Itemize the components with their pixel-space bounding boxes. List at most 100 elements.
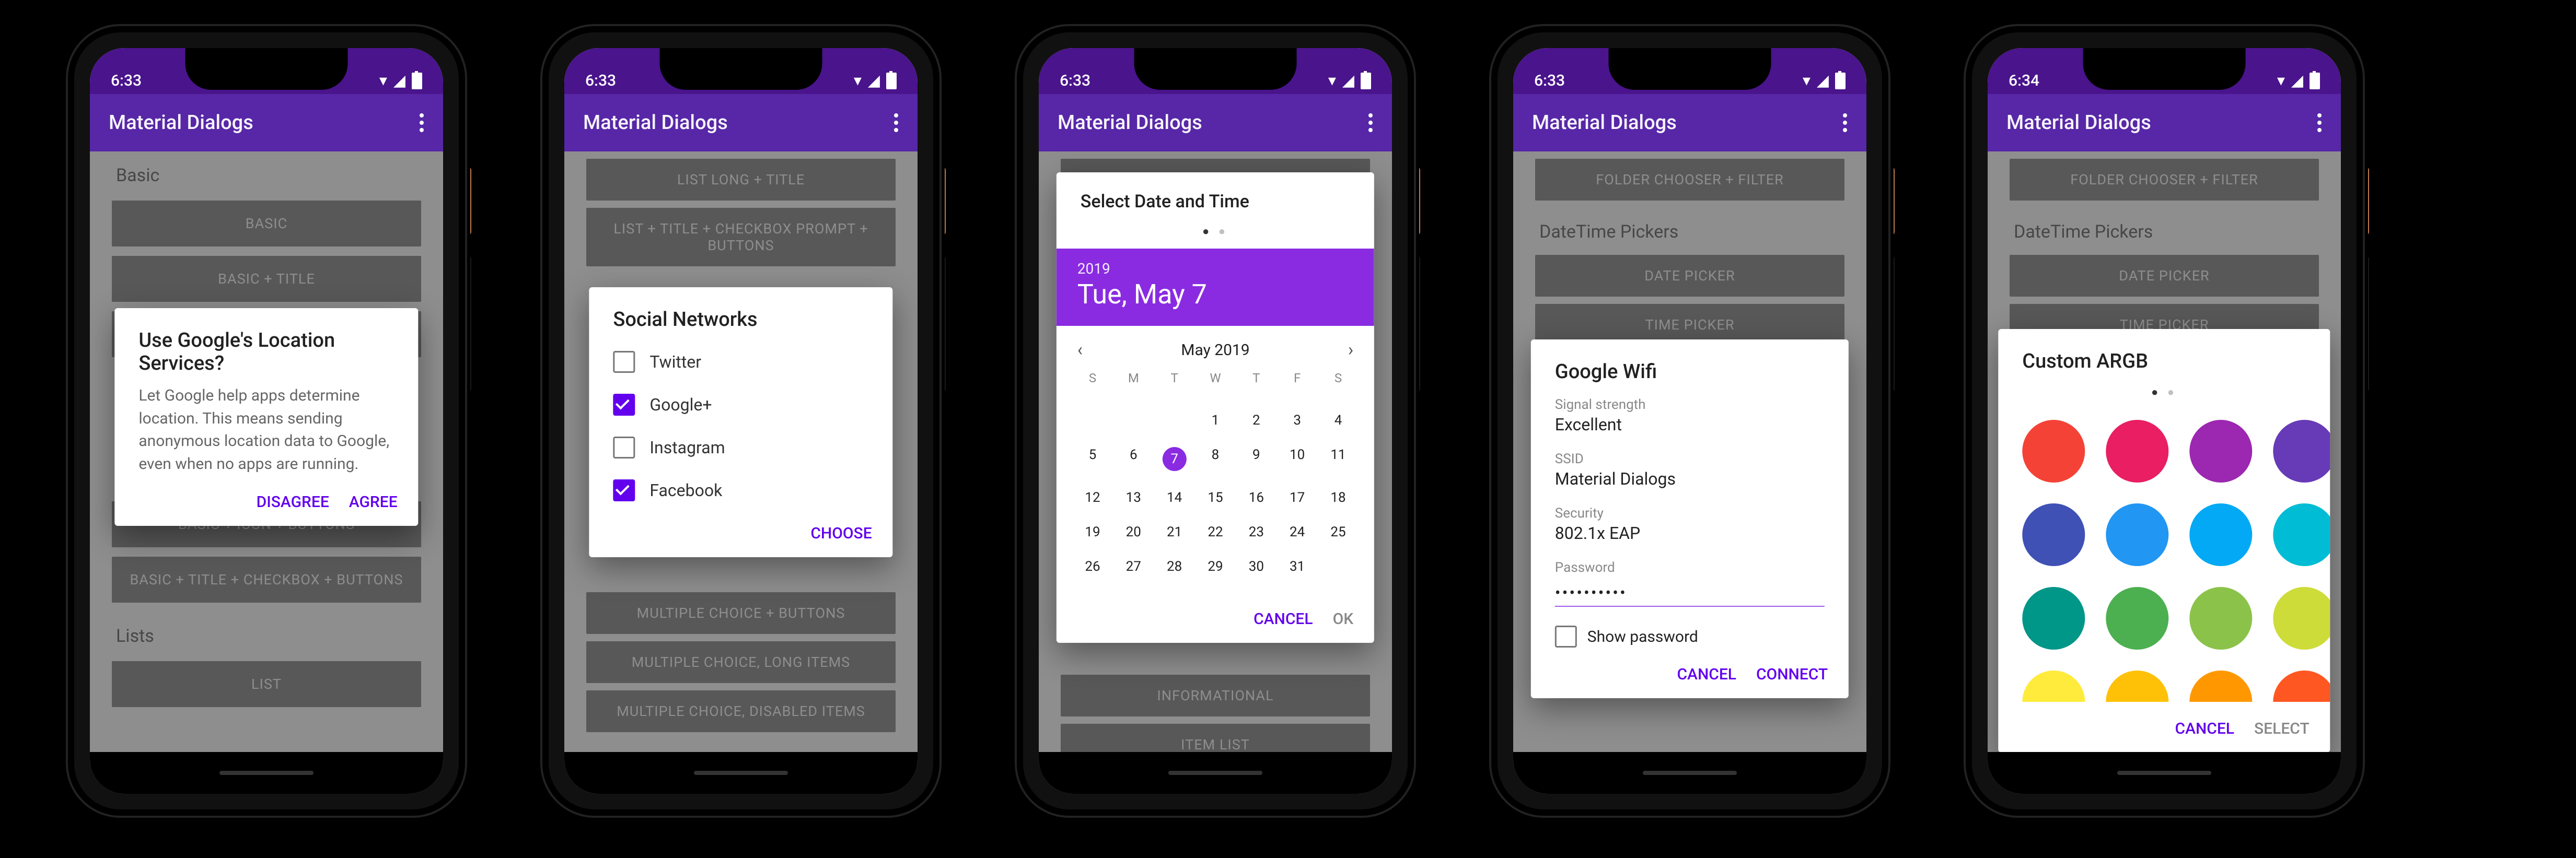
color-swatch[interactable] [2273, 671, 2330, 702]
calendar-dow: F [1277, 367, 1318, 390]
color-swatch[interactable] [2106, 420, 2168, 483]
calendar-day[interactable]: 9 [1236, 440, 1277, 478]
calendar-day[interactable]: 15 [1195, 483, 1236, 513]
option-row[interactable]: Google+ [589, 383, 892, 426]
calendar-day[interactable]: 30 [1236, 551, 1277, 582]
calendar-day[interactable]: 17 [1277, 483, 1318, 513]
calendar-day[interactable]: 16 [1236, 483, 1277, 513]
phone-2: 6:33 ▾ ◢ Material Dialogs LIST LONG + TI… [537, 21, 938, 815]
ssid-label: SSID [1555, 451, 1825, 467]
color-swatch[interactable] [2189, 503, 2252, 566]
dialog-title: Use Google's Location Services? [114, 308, 418, 380]
calendar-day[interactable]: 2 [1236, 405, 1277, 436]
color-swatch[interactable] [2106, 671, 2168, 702]
calendar-day[interactable]: 29 [1195, 551, 1236, 582]
next-month-icon[interactable]: › [1348, 339, 1353, 360]
calendar-day[interactable]: 10 [1277, 440, 1318, 478]
color-swatch[interactable] [2189, 420, 2252, 483]
show-password-checkbox[interactable] [1555, 626, 1577, 648]
signal-icon: ◢ [868, 72, 880, 90]
choose-button[interactable]: CHOOSE [810, 524, 872, 543]
display-notch [2083, 48, 2246, 90]
signal-icon: ◢ [2291, 72, 2303, 90]
app-bar: Material Dialogs [90, 94, 443, 151]
select-button[interactable]: SELECT [2254, 720, 2310, 738]
agree-button[interactable]: AGREE [349, 493, 398, 511]
calendar-day[interactable]: 11 [1318, 440, 1359, 478]
dialog-title: Custom ARGB [1998, 329, 2330, 373]
wifi-icon: ▾ [379, 72, 387, 90]
calendar-day[interactable]: 7 [1154, 440, 1194, 478]
alert-dialog: Use Google's Location Services? Let Goog… [114, 308, 418, 526]
color-swatch[interactable] [2273, 587, 2330, 650]
color-swatch[interactable] [2106, 587, 2168, 650]
calendar-day[interactable]: 1 [1195, 405, 1236, 436]
overflow-menu-icon[interactable] [2317, 113, 2322, 132]
calendar-day[interactable]: 24 [1277, 517, 1318, 547]
checkbox-icon[interactable] [613, 351, 635, 373]
color-swatch[interactable] [2273, 503, 2330, 566]
color-swatch[interactable] [2022, 671, 2085, 702]
wifi-icon: ▾ [854, 72, 862, 90]
calendar-day[interactable]: 4 [1318, 405, 1359, 436]
ok-button[interactable]: OK [1333, 610, 1354, 628]
overflow-menu-icon[interactable] [1368, 113, 1373, 132]
overflow-menu-icon[interactable] [894, 113, 899, 132]
calendar-date[interactable]: Tue, May 7 [1077, 278, 1353, 310]
password-label: Password [1555, 560, 1825, 575]
calendar-day[interactable]: 14 [1154, 483, 1194, 513]
calendar-day[interactable]: 3 [1277, 405, 1318, 436]
calendar-day[interactable]: 27 [1113, 551, 1154, 582]
option-row[interactable]: Twitter [589, 340, 892, 383]
color-swatch[interactable] [2273, 420, 2330, 483]
password-input[interactable]: •••••••••• [1555, 581, 1825, 607]
calendar-day[interactable]: 6 [1113, 440, 1154, 478]
checkbox-icon[interactable] [613, 437, 635, 459]
app-bar: Material Dialogs [1039, 94, 1392, 151]
cancel-button[interactable]: CANCEL [1254, 610, 1313, 628]
calendar-day[interactable]: 13 [1113, 483, 1154, 513]
calendar-day[interactable]: 20 [1113, 517, 1154, 547]
calendar-day[interactable]: 22 [1195, 517, 1236, 547]
display-notch [1134, 48, 1297, 90]
calendar-dow: T [1154, 367, 1194, 390]
checkbox-icon[interactable] [613, 479, 635, 501]
overflow-menu-icon[interactable] [419, 113, 424, 132]
calendar-day[interactable]: 23 [1236, 517, 1277, 547]
nav-bar [90, 752, 443, 794]
option-row[interactable]: Instagram [589, 426, 892, 469]
color-swatch[interactable] [2106, 503, 2168, 566]
calendar-day[interactable]: 5 [1072, 440, 1113, 478]
color-swatch[interactable] [2189, 671, 2252, 702]
calendar-day[interactable]: 28 [1154, 551, 1194, 582]
color-swatch[interactable] [2022, 587, 2085, 650]
calendar-day[interactable]: 12 [1072, 483, 1113, 513]
calendar-day[interactable]: 21 [1154, 517, 1194, 547]
color-swatch[interactable] [2022, 420, 2085, 483]
calendar-day[interactable]: 25 [1318, 517, 1359, 547]
disagree-button[interactable]: DISAGREE [257, 493, 329, 511]
color-swatch[interactable] [2022, 503, 2085, 566]
calendar-day[interactable]: 31 [1277, 551, 1318, 582]
calendar-day[interactable]: 26 [1072, 551, 1113, 582]
nav-bar [564, 752, 918, 794]
calendar-day[interactable]: 18 [1318, 483, 1359, 513]
connect-button[interactable]: CONNECT [1756, 665, 1828, 684]
phone-3: 6:33 ▾ ◢ Material Dialogs FILE CHOOSER [1012, 21, 1413, 815]
calendar-year[interactable]: 2019 [1077, 260, 1353, 277]
cancel-button[interactable]: CANCEL [1677, 665, 1736, 684]
calendar-day[interactable]: 8 [1195, 440, 1236, 478]
option-row[interactable]: Facebook [589, 469, 892, 512]
option-label: Facebook [649, 480, 722, 500]
app-bar: Material Dialogs [1513, 94, 1866, 151]
datetime-dialog: Select Date and Time ● ● 2019 Tue, May 7… [1057, 172, 1374, 643]
calendar-day[interactable]: 19 [1072, 517, 1113, 547]
color-swatch[interactable] [2189, 587, 2252, 650]
checkbox-icon[interactable] [613, 394, 635, 416]
phone-5: 6:34 ▾ ◢ Material Dialogs FOLDER CHOOSER… [1960, 21, 2362, 815]
prev-month-icon[interactable]: ‹ [1077, 339, 1083, 360]
overflow-menu-icon[interactable] [1842, 113, 1848, 132]
calendar-dow: W [1195, 367, 1236, 390]
cancel-button[interactable]: CANCEL [2175, 720, 2235, 738]
wifi-icon: ▾ [2277, 72, 2285, 90]
